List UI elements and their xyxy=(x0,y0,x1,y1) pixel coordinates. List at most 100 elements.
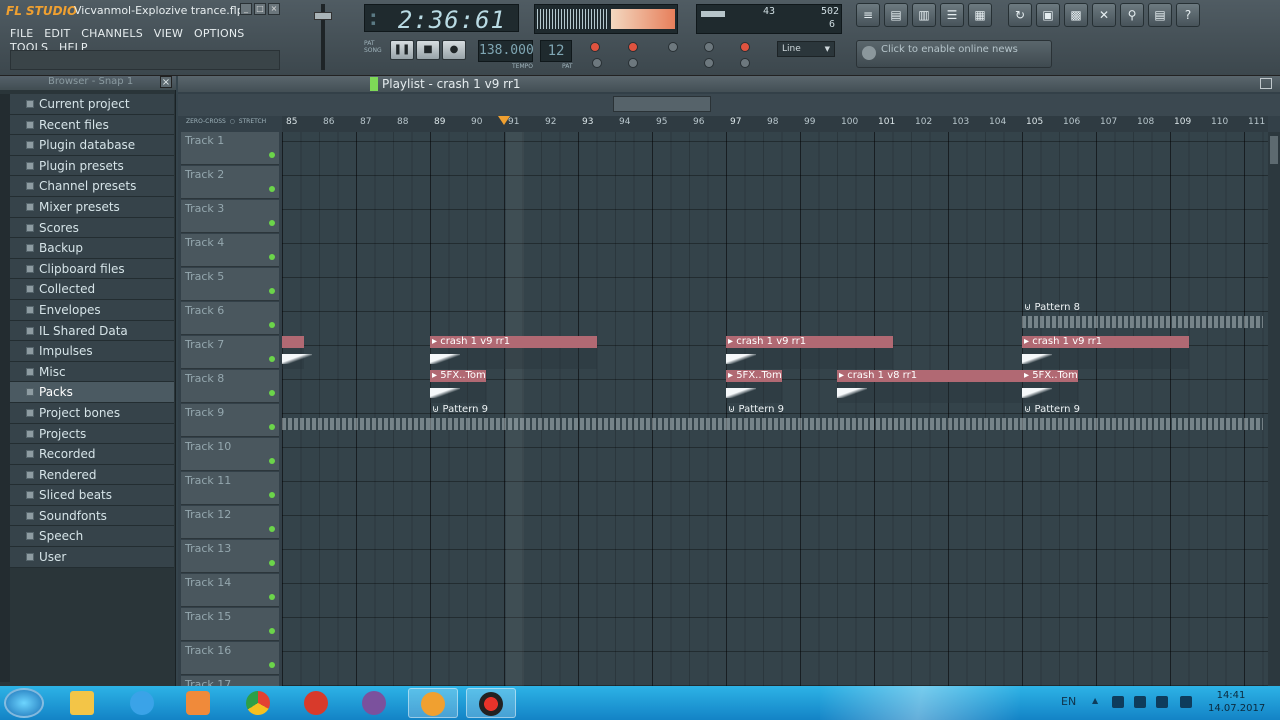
track-header[interactable]: Track 12 xyxy=(181,506,279,539)
track-mute-icon[interactable] xyxy=(269,322,275,328)
track-header[interactable]: Track 4 xyxy=(181,234,279,267)
chrome-taskbar-button[interactable] xyxy=(234,688,284,718)
track-mute-icon[interactable] xyxy=(269,390,275,396)
ie-taskbar-button[interactable] xyxy=(118,688,168,718)
browser-item[interactable]: Plugin database xyxy=(10,135,174,156)
track-mute-icon[interactable] xyxy=(269,220,275,226)
volume-icon[interactable] xyxy=(1180,696,1192,708)
horizontal-scrollbar-thumb[interactable] xyxy=(613,96,711,112)
audio-clip[interactable]: ▸ crash 1 v8 rr1 xyxy=(837,370,1022,403)
track-mute-icon[interactable] xyxy=(269,186,275,192)
vertical-scrollbar[interactable] xyxy=(1268,132,1280,686)
browser-item[interactable]: Recent files xyxy=(10,114,174,136)
typing-keyboard-icon[interactable] xyxy=(704,58,714,68)
track-header[interactable]: Track 1 xyxy=(181,132,279,165)
render-icon[interactable]: ▩ xyxy=(1064,3,1088,27)
master-volume-slider[interactable] xyxy=(313,4,337,72)
pattern-clip[interactable]: ⊍ Pattern 8 xyxy=(1022,302,1263,335)
pattern-number[interactable]: 12 xyxy=(540,40,572,62)
tools-icon[interactable]: ✕ xyxy=(1092,3,1116,27)
track-header[interactable]: Track 17 xyxy=(181,676,279,686)
snap-selector[interactable]: Line ▼ xyxy=(777,41,835,57)
pattern-clip[interactable]: ⊍ Pattern 9 xyxy=(430,404,726,437)
wait-input-icon[interactable] xyxy=(628,58,638,68)
browser-icon[interactable]: ▦ xyxy=(968,3,992,27)
browser-item[interactable]: Projects xyxy=(10,423,174,445)
record-button[interactable]: ● xyxy=(442,40,466,60)
play-pause-button[interactable]: ❚❚ xyxy=(390,40,414,60)
countdown-icon[interactable] xyxy=(628,42,638,52)
browser-item[interactable]: Impulses xyxy=(10,341,174,362)
pattern-clip[interactable]: ⊍ Pattern 9 xyxy=(726,404,1022,437)
search-icon[interactable]: ⚲ xyxy=(1120,3,1144,27)
recorder-taskbar-button[interactable] xyxy=(466,688,516,718)
tray-app-icon[interactable] xyxy=(1134,696,1146,708)
stop-button[interactable]: ■ xyxy=(416,40,440,60)
app-taskbar-button[interactable] xyxy=(292,688,342,718)
track-mute-icon[interactable] xyxy=(269,492,275,498)
metronome-icon[interactable] xyxy=(668,42,678,52)
track-header[interactable]: Track 14 xyxy=(181,574,279,607)
playhead-marker[interactable] xyxy=(498,116,510,125)
mixer-icon[interactable]: ☰ xyxy=(940,3,964,27)
channel-rack-icon[interactable]: ▥ xyxy=(912,3,936,27)
browser-item[interactable]: Misc xyxy=(10,361,174,383)
browser-item[interactable]: Envelopes xyxy=(10,299,174,321)
track-header[interactable]: Track 3 xyxy=(181,200,279,233)
track-mute-icon[interactable] xyxy=(269,152,275,158)
fl-studio-taskbar-button[interactable] xyxy=(408,688,458,718)
start-button[interactable] xyxy=(4,688,44,718)
pattern-clip[interactable] xyxy=(282,404,430,437)
record-option-icon[interactable] xyxy=(590,42,600,52)
browser-item[interactable]: Recorded xyxy=(10,444,174,465)
menu-channels[interactable]: CHANNELS xyxy=(81,27,143,40)
browser-item[interactable]: Clipboard files xyxy=(10,258,174,280)
browser-item[interactable]: Rendered xyxy=(10,464,174,486)
browser-item[interactable]: User xyxy=(10,547,174,568)
undo-icon[interactable]: ↻ xyxy=(1008,3,1032,27)
browser-item[interactable]: IL Shared Data xyxy=(10,320,174,342)
browser-item[interactable]: Scores xyxy=(10,217,174,239)
audio-clip[interactable]: ▸ crash 1 v9 rr1 xyxy=(1022,336,1189,369)
browser-item[interactable]: Current project xyxy=(10,94,174,115)
track-header[interactable]: Track 8 xyxy=(181,370,279,403)
browser-item[interactable]: Packs xyxy=(10,382,174,403)
browser-item[interactable]: Project bones xyxy=(10,402,174,424)
track-mute-icon[interactable] xyxy=(269,594,275,600)
menu-options[interactable]: OPTIONS xyxy=(194,27,245,40)
track-header[interactable]: Track 10 xyxy=(181,438,279,471)
network-icon[interactable] xyxy=(1156,696,1168,708)
audio-clip[interactable]: ▸ 5FX..Tom xyxy=(430,370,486,403)
tempo-display[interactable]: 138.000 xyxy=(478,40,534,62)
blend-notes-icon[interactable] xyxy=(740,42,750,52)
audio-clip[interactable]: ▸ crash 1 v9 rr1 xyxy=(430,336,597,369)
track-header[interactable]: Track 2 xyxy=(181,166,279,199)
menu-edit[interactable]: EDIT xyxy=(44,27,70,40)
maximize-icon[interactable]: □ xyxy=(254,3,266,15)
close-icon[interactable]: × xyxy=(268,3,280,15)
close-icon[interactable]: × xyxy=(160,76,172,88)
track-mute-icon[interactable] xyxy=(269,424,275,430)
browser-scrollbar[interactable] xyxy=(0,94,10,682)
track-mute-icon[interactable] xyxy=(269,288,275,294)
media-player-taskbar-button[interactable] xyxy=(174,688,224,718)
slider-knob[interactable] xyxy=(314,12,332,20)
multilink-icon[interactable] xyxy=(740,58,750,68)
browser-item[interactable]: Soundfonts xyxy=(10,505,174,527)
explorer-taskbar-button[interactable] xyxy=(58,688,108,718)
song-time-display[interactable]: ▪ ▪ 2:36:61 xyxy=(364,4,519,34)
browser-item[interactable]: Backup xyxy=(10,238,174,259)
scrollbar-thumb[interactable] xyxy=(1270,136,1278,164)
tray-clock[interactable]: 14:41 14.07.2017 xyxy=(1208,689,1265,715)
audio-clip[interactable]: ▸ 5FX..Tom xyxy=(726,370,782,403)
track-header[interactable]: Track 13 xyxy=(181,540,279,573)
track-mute-icon[interactable] xyxy=(269,254,275,260)
track-mute-icon[interactable] xyxy=(269,628,275,634)
language-indicator[interactable]: EN xyxy=(1061,695,1076,708)
browser-item[interactable]: Speech xyxy=(10,526,174,548)
playlist-grid[interactable]: ⊍ Pattern 8 ▸ crash 1 v9 rr1 ▸ crash 1 v9 … xyxy=(282,132,1268,686)
track-mute-icon[interactable] xyxy=(269,356,275,362)
maximize-icon[interactable] xyxy=(1260,78,1272,89)
zero-cross-option[interactable]: ZERO-CROSS xyxy=(186,118,226,125)
browser-item[interactable]: Plugin presets xyxy=(10,155,174,177)
